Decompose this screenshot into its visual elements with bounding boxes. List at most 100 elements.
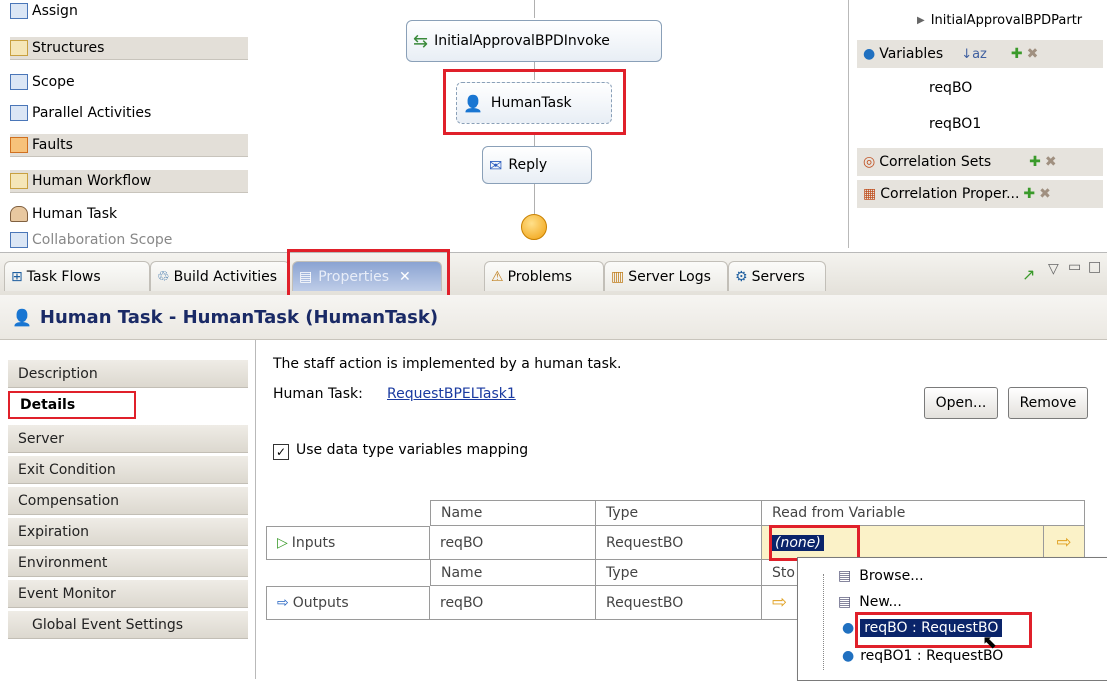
structures-icon (10, 40, 28, 56)
tree-line (823, 574, 825, 670)
col-header-type-2: Type (596, 560, 762, 586)
open-button[interactable]: Open... (924, 387, 998, 419)
assign-icon (10, 3, 28, 19)
plus-icon[interactable]: ✚ (1029, 154, 1041, 170)
dropdown-item-reqbo1[interactable]: ● reqBO1 : RequestBO (842, 644, 1003, 668)
view-tab-bar: ⊞ Task Flows ♲ Build Activities ▤ Proper… (0, 249, 1107, 298)
col-header-read: Read from Variable (762, 500, 1085, 526)
palette-drawer-faults[interactable]: Faults (10, 133, 248, 157)
plus-icon[interactable]: ✚ (1023, 186, 1035, 202)
assign-arrow-icon[interactable]: ⇨ (1044, 526, 1085, 560)
variable-icon: ● (842, 620, 855, 636)
none-value: (none) (772, 534, 824, 551)
checkbox-label: Use data type variables mapping (296, 442, 529, 458)
delete-icon[interactable]: ✖ (1045, 154, 1057, 170)
connector (534, 62, 535, 80)
mapping-checkbox[interactable]: ✓ (273, 444, 289, 460)
inputs-row-label: ▷ Inputs (266, 526, 430, 560)
dropdown-item-reqbo[interactable]: ● reqBO : RequestBO (842, 616, 1003, 640)
human-task-link[interactable]: RequestBPELTask1 (387, 386, 516, 402)
inputs-icon: ▷ (277, 535, 288, 551)
assign-arrow-icon[interactable]: ⇨ (772, 592, 787, 613)
mouse-cursor-icon: ⬉ (982, 632, 998, 653)
delete-icon[interactable]: ✖ (1027, 46, 1039, 62)
properties-icon: ▤ (299, 268, 313, 285)
expand-arrow-icon: ▶ (917, 14, 925, 26)
reply-node[interactable]: ✉ Reply (482, 146, 592, 184)
scope-icon (10, 74, 28, 90)
server-logs-icon: ▥ (611, 268, 625, 285)
human-task-node[interactable]: 👤 HumanTask (456, 82, 612, 124)
document-icon: ▤ (838, 568, 852, 584)
reply-icon: ✉ (489, 155, 503, 175)
variable-item[interactable]: reqBO (857, 74, 1107, 102)
tab-task-flows[interactable]: ⊞ Task Flows (4, 261, 150, 291)
correlation-sets-section[interactable]: ◎ Correlation Sets ✚ ✖ (857, 148, 1103, 176)
palette-drawer-human-workflow[interactable]: Human Workflow (10, 169, 248, 193)
invoke-node[interactable]: ⇆ InitialApprovalBPDInvoke (406, 20, 662, 62)
partner-item[interactable]: ▶ InitialApprovalBPDPartr (857, 6, 1107, 34)
inputs-variable-cell[interactable]: (none) (762, 526, 1044, 560)
properties-nav: Description Details Server Exit Conditio… (0, 340, 256, 679)
tab-server-logs[interactable]: ▥ Server Logs (604, 261, 728, 291)
dropdown-item-browse[interactable]: ▤ Browse... (838, 564, 924, 588)
nav-item-global-event-settings[interactable]: Global Event Settings (8, 611, 248, 639)
dropdown-item-new[interactable]: ▤ New... (838, 590, 902, 614)
nav-item-event-monitor[interactable]: Event Monitor (8, 580, 248, 608)
variable-item[interactable]: reqBO1 (857, 110, 1107, 138)
palette-item-parallel-activities[interactable]: Parallel Activities (10, 102, 151, 124)
sort-icon[interactable]: ↓az (961, 47, 987, 62)
problems-icon: ⚠ (491, 268, 504, 285)
nav-item-description[interactable]: Description (8, 360, 248, 388)
process-canvas[interactable]: ⇆ InitialApprovalBPDInvoke 👤 HumanTask ✉… (258, 0, 848, 248)
remove-button[interactable]: Remove (1008, 387, 1088, 419)
correlation-properties-icon: ▦ (863, 186, 877, 202)
maximize-icon[interactable]: □ (1088, 259, 1101, 275)
person-icon (10, 206, 28, 222)
connector (534, 184, 535, 214)
minimize-icon[interactable]: ▭ (1068, 259, 1081, 275)
nav-item-details[interactable]: Details (8, 391, 136, 419)
document-icon: ▤ (838, 594, 852, 610)
palette: Assign Structures Scope Parallel Activit… (0, 0, 259, 248)
build-activities-icon: ♲ (157, 268, 170, 285)
variable-dropdown: ▤ Browse... ▤ New... ● reqBO : RequestBO… (797, 557, 1107, 681)
col-header-type: Type (596, 500, 762, 526)
correlation-properties-section[interactable]: ▦ Correlation Proper... ✚ ✖ (857, 180, 1103, 208)
parallel-activities-icon (10, 105, 28, 121)
tab-properties[interactable]: ▤ Properties ✕ (292, 261, 442, 291)
close-icon[interactable]: ✕ (399, 269, 411, 285)
palette-item-human-task[interactable]: Human Task (10, 203, 117, 225)
tab-build-activities[interactable]: ♲ Build Activities (150, 261, 290, 291)
outputs-row-label: ⇨ Outputs (266, 586, 430, 620)
person-icon: 👤 (463, 93, 483, 113)
end-node[interactable] (521, 214, 547, 240)
tab-problems[interactable]: ⚠ Problems (484, 261, 604, 291)
palette-item-scope[interactable]: Scope (10, 71, 75, 93)
info-text: The staff action is implemented by a hum… (273, 356, 622, 372)
palette-drawer-structures[interactable]: Structures (10, 36, 248, 60)
nav-item-environment[interactable]: Environment (8, 549, 248, 577)
person-icon: 👤 (12, 307, 32, 327)
new-window-icon[interactable]: ↗ (1022, 265, 1035, 284)
col-header-name-2: Name (430, 560, 596, 586)
variable-icon: ● (863, 46, 876, 62)
outputs-type-cell: RequestBO (596, 586, 762, 620)
plus-icon[interactable]: ✚ (1011, 46, 1023, 62)
variables-section[interactable]: ● Variables ↓az ✚ ✖ (857, 40, 1103, 68)
tab-servers[interactable]: ⚙ Servers (728, 261, 826, 291)
view-menu-icon[interactable]: ▽ (1048, 261, 1059, 277)
inputs-name-cell: reqBO (430, 526, 596, 560)
servers-icon: ⚙ (735, 268, 748, 285)
outline-view: ▶ InitialApprovalBPDPartr ● Variables ↓a… (848, 0, 1107, 248)
palette-item-collaboration-scope[interactable]: Collaboration Scope (10, 232, 172, 248)
task-flows-icon: ⊞ (11, 268, 23, 285)
delete-icon[interactable]: ✖ (1039, 186, 1051, 202)
palette-item-assign[interactable]: Assign (10, 0, 78, 22)
variable-icon: ● (842, 648, 855, 664)
nav-item-exit-condition[interactable]: Exit Condition (8, 456, 248, 484)
nav-item-expiration[interactable]: Expiration (8, 518, 248, 546)
nav-item-server[interactable]: Server (8, 425, 248, 453)
nav-item-compensation[interactable]: Compensation (8, 487, 248, 515)
outputs-icon: ⇨ (277, 595, 289, 611)
